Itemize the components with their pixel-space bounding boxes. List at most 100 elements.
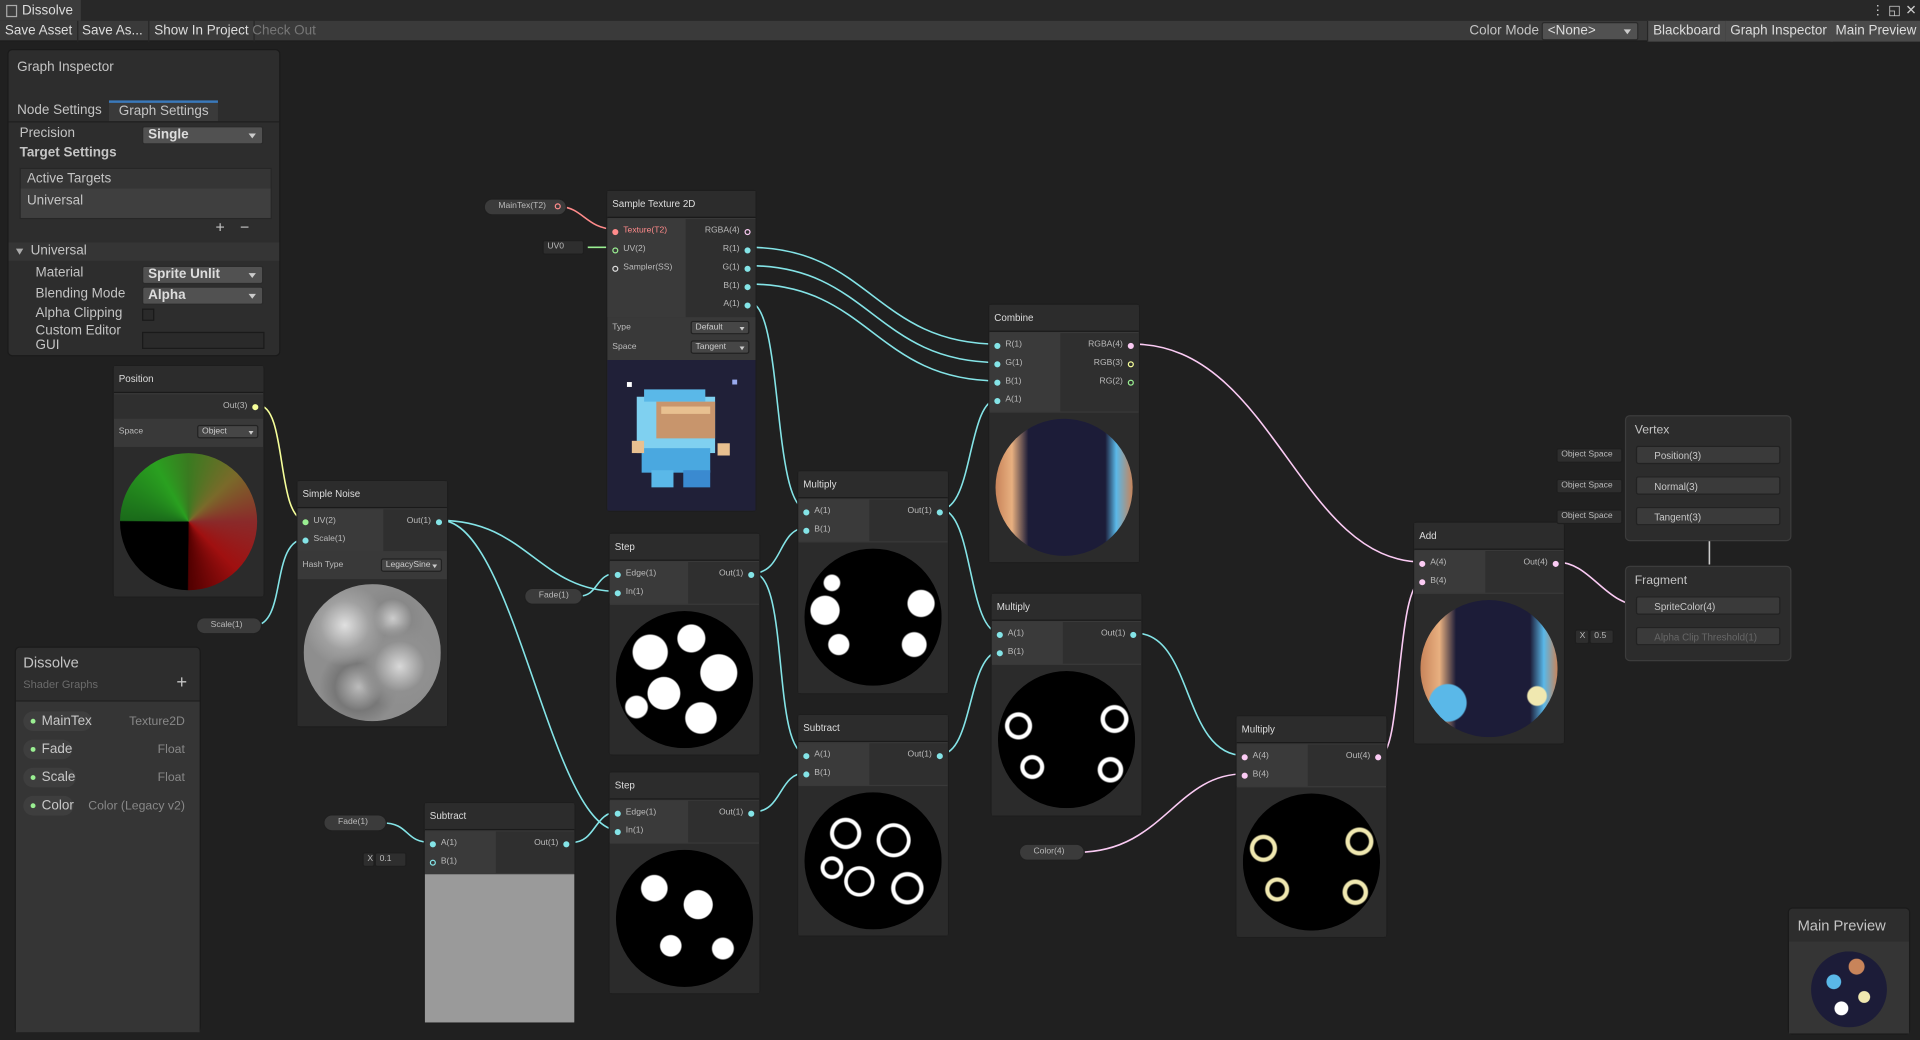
port-out[interactable]: Out(1)	[908, 507, 946, 516]
port-out[interactable]: Out(1)	[719, 569, 757, 578]
port-rgb-out[interactable]: RGB(3)	[1094, 359, 1137, 368]
port-b-in[interactable]: B(1)	[801, 525, 830, 534]
port-g-out[interactable]: G(1)	[722, 263, 753, 272]
block-normal[interactable]: Normal(3)	[1635, 476, 1781, 495]
space-dropdown[interactable]: Tangent	[690, 340, 750, 354]
port-a-in[interactable]: A(1)	[427, 839, 457, 848]
node-combine[interactable]: Combine R(1) G(1) B(1) A(1) RGBA(4) RGB(…	[988, 303, 1141, 564]
target-universal-item[interactable]: Universal	[20, 188, 271, 218]
combine-sphere-icon	[995, 418, 1133, 556]
port-a-in[interactable]: A(1)	[801, 751, 830, 760]
material-dropdown[interactable]: Sprite Unlit	[142, 265, 264, 285]
port-in-in[interactable]: In(1)	[612, 827, 643, 836]
blackboard-add-button[interactable]: +	[176, 672, 187, 693]
multiply3-sphere-icon	[1242, 793, 1381, 931]
node-multiply-2[interactable]: Multiply A(1) B(1) Out(1)	[990, 592, 1143, 817]
port-g-in[interactable]: G(1)	[992, 359, 1022, 368]
port-sampler-in[interactable]: Sampler(SS)	[610, 263, 672, 272]
blending-mode-label: Blending Mode	[35, 286, 126, 302]
port-a-in[interactable]: A(1)	[992, 396, 1022, 405]
port-b-out[interactable]: B(1)	[723, 282, 753, 291]
property-scale-pill[interactable]: Scale	[23, 767, 76, 788]
port-b-in[interactable]: B(4)	[1417, 577, 1446, 586]
port-a-in[interactable]: A(1)	[801, 507, 830, 516]
port-b-in[interactable]: B(1)	[427, 857, 457, 866]
block-sprite-color[interactable]: SpriteColor(4)	[1635, 596, 1781, 615]
alpha-x-label: X	[1574, 629, 1590, 645]
port-rg-out[interactable]: RG(2)	[1100, 377, 1137, 386]
port-r-in[interactable]: R(1)	[992, 340, 1022, 349]
port-b-in[interactable]: B(1)	[801, 769, 830, 778]
fade-property-node-1[interactable]: Fade(1)	[524, 587, 583, 605]
block-alpha-clip[interactable]: Alpha Clip Threshold(1)	[1635, 626, 1781, 646]
port-uv-in[interactable]: UV(2)	[300, 517, 336, 526]
block-position[interactable]: Position(3)	[1635, 445, 1781, 465]
blending-mode-dropdown[interactable]: Alpha	[142, 286, 264, 305]
port-out[interactable]: Out(3)	[223, 402, 261, 411]
port-a-in[interactable]: A(1)	[994, 629, 1024, 638]
fade-property-node-2[interactable]: Fade(1)	[323, 814, 387, 832]
port-rgba-out[interactable]: RGBA(4)	[1088, 340, 1136, 349]
alpha-clip-value[interactable]: 0.5	[1589, 629, 1614, 645]
subtract-b-value[interactable]: 0.1	[374, 852, 407, 867]
target-settings-label: Target Settings	[19, 145, 117, 161]
port-out[interactable]: Out(4)	[1523, 558, 1561, 567]
node-position[interactable]: Position Out(3) Space Object	[112, 364, 265, 598]
node-step-2[interactable]: Step Edge(1) In(1) Out(1)	[608, 771, 761, 995]
node-sample-texture-2d[interactable]: Sample Texture 2D Texture(T2) UV(2) Samp…	[606, 189, 757, 512]
block-tangent[interactable]: Tangent(3)	[1635, 506, 1781, 526]
node-subtract-2[interactable]: Subtract A(1) B(1) Out(1)	[797, 713, 949, 937]
tab-node-settings[interactable]: Node Settings	[17, 103, 102, 118]
main-preview-viewport[interactable]	[1788, 941, 1909, 1034]
port-a-in[interactable]: A(4)	[1239, 752, 1269, 761]
property-color-pill[interactable]: Color	[23, 795, 74, 816]
node-multiply-3[interactable]: Multiply A(4) B(4) Out(4)	[1235, 715, 1388, 938]
precision-dropdown[interactable]: Single	[142, 126, 264, 145]
port-out[interactable]: Out(1)	[534, 839, 572, 848]
alpha-clipping-checkbox[interactable]	[142, 308, 155, 321]
node-subtract-1[interactable]: Subtract A(1) B(1) Out(1)	[423, 802, 576, 1024]
port-b-in[interactable]: B(1)	[992, 377, 1022, 386]
port-in-in[interactable]: In(1)	[612, 588, 643, 597]
node-multiply-1[interactable]: Multiply A(1) B(1) Out(1)	[797, 470, 949, 695]
port-out[interactable]: Out(1)	[1101, 629, 1139, 638]
multiply2-sphere-icon	[997, 671, 1136, 809]
port-b-in[interactable]: B(1)	[994, 648, 1024, 657]
type-dropdown[interactable]: Default	[690, 320, 750, 335]
port-out[interactable]: Out(1)	[908, 751, 946, 760]
space-dropdown[interactable]: Object	[197, 424, 259, 439]
port-rgba-out[interactable]: RGBA(4)	[705, 227, 753, 236]
hash-type-label: Hash Type	[302, 560, 344, 570]
port-out[interactable]: Out(1)	[407, 517, 445, 526]
port-r-out[interactable]: R(1)	[723, 245, 753, 254]
uv-channel-dropdown[interactable]: UV0	[542, 240, 585, 255]
color-property-node[interactable]: Color(4)	[1018, 843, 1085, 861]
port-a-in[interactable]: A(4)	[1417, 558, 1446, 567]
universal-foldout[interactable]: Universal	[8, 242, 280, 261]
scale-property-node[interactable]: Scale(1)	[195, 617, 263, 635]
node-title: Multiply	[798, 471, 948, 499]
port-a-out[interactable]: A(1)	[723, 300, 753, 309]
node-simple-noise[interactable]: Simple Noise UV(2) Scale(1) Out(1) Hash …	[296, 480, 449, 728]
property-fade-pill[interactable]: Fade	[23, 739, 73, 760]
remove-target-button[interactable]: −	[240, 218, 249, 236]
port-edge-in[interactable]: Edge(1)	[612, 808, 656, 817]
port-edge-in[interactable]: Edge(1)	[612, 569, 656, 578]
port-scale-in[interactable]: Scale(1)	[300, 535, 345, 544]
port-out[interactable]: Out(1)	[719, 808, 757, 817]
subtract2-sphere-icon	[804, 792, 942, 930]
port-texture-in[interactable]: Texture(T2)	[610, 227, 667, 236]
port-out[interactable]: Out(4)	[1346, 752, 1384, 761]
port-b-in[interactable]: B(4)	[1239, 770, 1269, 779]
add-target-button[interactable]: +	[216, 218, 225, 236]
tab-graph-settings[interactable]: Graph Settings	[108, 100, 219, 122]
node-step-1[interactable]: Step Edge(1) In(1) Out(1)	[608, 532, 761, 756]
port-uv-in[interactable]: UV(2)	[610, 245, 646, 254]
hash-type-dropdown[interactable]: LegacySine	[380, 558, 443, 572]
maintex-out-port[interactable]	[554, 203, 561, 210]
node-title: Combine	[989, 304, 1139, 332]
custom-editor-field[interactable]	[142, 331, 265, 349]
property-color-type: Color (Legacy v2)	[88, 799, 185, 814]
node-add[interactable]: Add A(4) B(4) Out(4)	[1413, 521, 1565, 745]
property-maintex-pill[interactable]: MainTex	[23, 711, 92, 732]
